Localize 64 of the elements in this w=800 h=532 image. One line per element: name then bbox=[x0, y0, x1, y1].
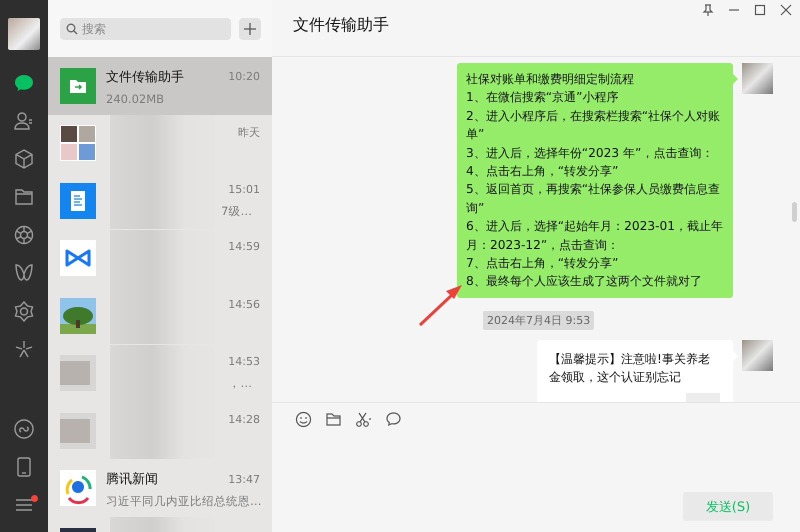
chat-list-item[interactable]: 腾讯新闻 13:47 习近平同几内亚比绍总统恩… bbox=[48, 460, 272, 517]
group-avatar bbox=[60, 125, 96, 162]
search-field[interactable]: 搜索 bbox=[60, 18, 231, 40]
emoji-icon[interactable] bbox=[295, 411, 312, 428]
chat-time: 15:01 bbox=[228, 182, 260, 196]
chat-list-item[interactable]: 14:59 bbox=[48, 230, 272, 287]
chat-list-item[interactable]: 昨天 bbox=[48, 114, 272, 172]
chat-time: 昨天 bbox=[238, 125, 260, 140]
message-line: 8、最终每个人应该生成了这两个文件就对了 bbox=[466, 273, 703, 290]
chat-title: 文件传输助手 bbox=[293, 14, 389, 36]
message-line: 3、进入后，选择年份“2023 年”，点击查询： bbox=[466, 144, 714, 162]
chat-time: 14:56 bbox=[228, 298, 260, 311]
miniapp-icon[interactable] bbox=[13, 418, 35, 440]
message-line: 6、进入后，选择“起始年月：2023-01，截止年月：2023-12”，点击查询： bbox=[466, 218, 724, 254]
file-transfer-avatar bbox=[60, 68, 96, 104]
send-button[interactable]: 发送(S) bbox=[683, 492, 773, 521]
chat-name: 腾讯新闻 bbox=[106, 471, 158, 488]
tree-photo-avatar bbox=[60, 298, 96, 334]
chat-time: 14:59 bbox=[228, 240, 260, 254]
message-line: 5、返回首页，再搜索“社保参保人员缴费信息查询” bbox=[466, 181, 722, 217]
plus-icon bbox=[244, 22, 256, 34]
timestamp: 2024年7月4日 9:53 bbox=[483, 310, 594, 330]
contacts-icon[interactable] bbox=[13, 110, 35, 132]
scrollbar-thumb[interactable] bbox=[792, 202, 797, 222]
chat-list-item[interactable]: 14:53 ，… bbox=[48, 344, 272, 402]
chat-bubble-icon[interactable] bbox=[385, 411, 402, 428]
maximize-icon[interactable] bbox=[752, 2, 768, 18]
message-line: 2、进入小程序后，在搜索栏搜索“社保个人对账单” bbox=[466, 108, 722, 144]
chat-time: 14:53 bbox=[228, 355, 260, 368]
blurred-avatar bbox=[60, 412, 96, 449]
document-app-avatar bbox=[60, 182, 96, 219]
chat-time: 13:47 bbox=[228, 472, 260, 486]
chat-time: 10:20 bbox=[228, 70, 260, 84]
add-button[interactable] bbox=[239, 18, 261, 40]
chat-list-item[interactable]: 14:28 bbox=[48, 402, 272, 460]
blurred-avatar bbox=[60, 355, 96, 392]
chat-list-item[interactable]: 15:01 7级… bbox=[48, 172, 272, 230]
chat-name: 文件传输助手 bbox=[106, 68, 184, 86]
cube-icon[interactable] bbox=[13, 148, 35, 170]
chat-icon[interactable] bbox=[13, 72, 35, 94]
message-line: 社保对账单和缴费明细定制流程 bbox=[466, 71, 635, 88]
message-line: 4、点击右上角，“转发分享” bbox=[466, 163, 620, 180]
message-preview: 习近平同几内亚比绍总统恩… bbox=[106, 494, 262, 510]
link-app-avatar bbox=[60, 240, 96, 276]
message-preview: 240.02MB bbox=[106, 92, 164, 106]
search-icon bbox=[66, 22, 78, 34]
aperture-icon[interactable] bbox=[13, 224, 35, 246]
sender-avatar bbox=[742, 63, 773, 94]
pin-icon[interactable] bbox=[700, 2, 716, 18]
message-line: 7、点击右上角，“转发分享” bbox=[466, 255, 620, 272]
chat-time: 14:28 bbox=[228, 412, 260, 426]
scissors-icon[interactable] bbox=[355, 411, 372, 428]
sparkle-icon[interactable] bbox=[13, 338, 35, 360]
sender-avatar bbox=[742, 340, 773, 371]
message-line: 1、在微信搜索“京通”小程序 bbox=[466, 89, 620, 106]
close-icon[interactable] bbox=[778, 2, 794, 18]
message-preview: 7级… bbox=[221, 204, 252, 219]
flower-icon[interactable] bbox=[13, 300, 35, 322]
chat-list-item[interactable]: 14:56 bbox=[48, 287, 272, 344]
folder-icon[interactable] bbox=[325, 411, 342, 428]
chat-list-item[interactable]: 文件传输助手 10:20 240.02MB bbox=[48, 57, 272, 114]
message-preview: ，… bbox=[228, 376, 252, 392]
news-app-avatar bbox=[60, 470, 96, 506]
message-line: 【温馨提示】注意啦!事关养老金领取，这个认证别忘记 bbox=[549, 350, 711, 386]
